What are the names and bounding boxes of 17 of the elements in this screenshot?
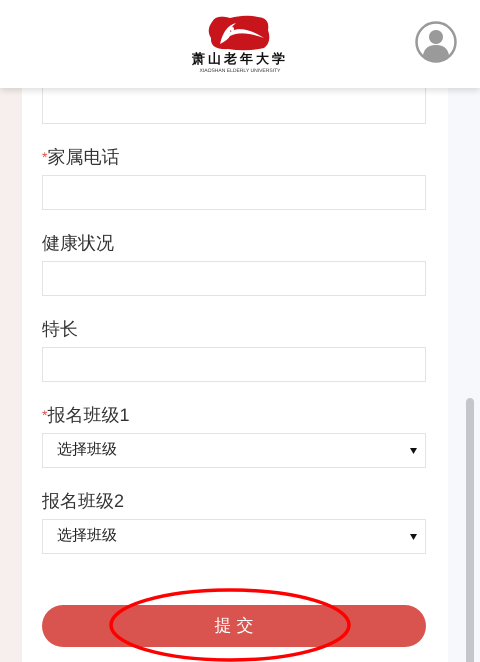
- submit-button[interactable]: 提 交: [42, 605, 426, 647]
- avatar-icon[interactable]: [415, 21, 457, 63]
- input-field[interactable]: [42, 347, 426, 382]
- field-label: 特长: [42, 318, 79, 340]
- scrollbar[interactable]: [466, 398, 474, 662]
- field-label: *家属电话: [42, 146, 120, 168]
- logo-title: 萧山老年大学: [192, 52, 288, 68]
- class-dropdown[interactable]: 选择班级: [42, 519, 426, 554]
- field-label: *报名班级1: [42, 404, 130, 426]
- class-dropdown[interactable]: 选择班级: [42, 433, 426, 468]
- input-field[interactable]: [42, 261, 426, 296]
- caret-icon: [410, 534, 417, 540]
- input-field[interactable]: [42, 88, 426, 124]
- input-field[interactable]: [42, 175, 426, 210]
- field-label: 健康状况: [42, 232, 115, 254]
- caret-icon: [410, 448, 417, 454]
- field-label: 报名班级2: [42, 490, 126, 512]
